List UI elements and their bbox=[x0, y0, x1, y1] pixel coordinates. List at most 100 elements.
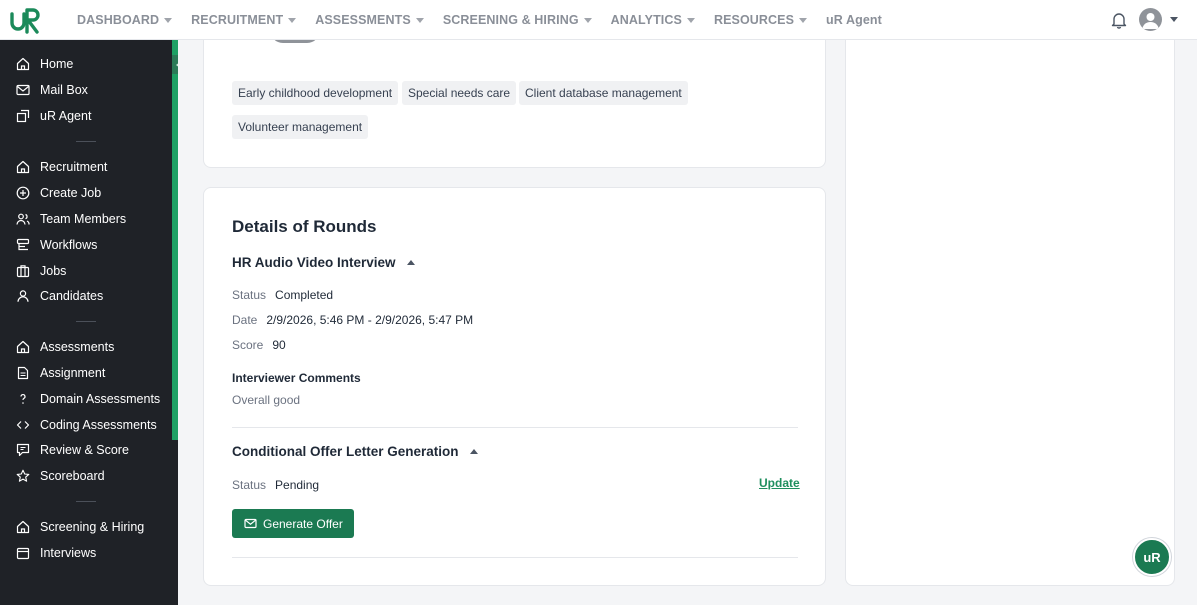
top-navigation-bar: DASHBOARD RECRUITMENT ASSESSMENTS SCREEN… bbox=[0, 0, 1197, 40]
score-label: Score bbox=[232, 338, 264, 352]
offer-title: Conditional Offer Letter Generation bbox=[232, 444, 459, 459]
agent-icon bbox=[16, 109, 30, 123]
sidebar-scrollbar[interactable] bbox=[172, 40, 178, 440]
nav-analytics-label: ANALYTICS bbox=[610, 13, 682, 27]
caret-up-icon bbox=[469, 449, 478, 454]
sidebar-item-label: Workflows bbox=[40, 238, 98, 252]
side-panel-card bbox=[845, 20, 1175, 586]
sidebar-item-label: Interviews bbox=[40, 546, 97, 560]
nav-resources[interactable]: RESOURCES bbox=[714, 13, 808, 27]
calendar-icon bbox=[16, 547, 30, 560]
mail-icon bbox=[244, 518, 257, 529]
hr-status-row: Status Completed bbox=[232, 288, 333, 302]
nav-assessments[interactable]: ASSESSMENTS bbox=[315, 13, 424, 27]
skill-tag: Early childhood development bbox=[232, 81, 399, 105]
sidebar-item-assignment[interactable]: Assignment bbox=[16, 363, 105, 383]
document-icon bbox=[17, 366, 29, 380]
sidebar: Home Mail Box uR Agent Recruitment Creat… bbox=[0, 40, 178, 605]
skill-tag: Volunteer management bbox=[232, 115, 369, 139]
nav-screening-hiring-label: SCREENING & HIRING bbox=[442, 13, 579, 27]
sidebar-item-candidates[interactable]: Candidates bbox=[16, 286, 103, 306]
sidebar-item-label: Recruitment bbox=[40, 160, 108, 174]
sidebar-item-label: Screening & Hiring bbox=[40, 520, 145, 534]
divider bbox=[232, 557, 798, 558]
hr-score-row: Score 90 bbox=[232, 338, 286, 352]
mail-icon bbox=[16, 84, 30, 96]
sidebar-item-label: Team Members bbox=[40, 212, 127, 226]
sidebar-item-label: Scoreboard bbox=[40, 469, 105, 483]
star-icon bbox=[16, 469, 30, 482]
sidebar-item-interviews[interactable]: Interviews bbox=[16, 543, 96, 563]
avatar-caret-down-icon[interactable] bbox=[1170, 17, 1178, 22]
sidebar-item-mail-box[interactable]: Mail Box bbox=[16, 80, 88, 100]
status-label: Status bbox=[232, 478, 267, 492]
caret-down-icon bbox=[583, 17, 592, 23]
home-icon bbox=[16, 520, 30, 534]
briefcase-icon bbox=[16, 265, 30, 278]
interviewer-comments-value: Overall good bbox=[232, 393, 301, 407]
sidebar-item-screening-hiring[interactable]: Screening & Hiring bbox=[16, 517, 144, 537]
generate-offer-button[interactable]: Generate Offer bbox=[232, 509, 354, 538]
offer-status-row: Status Pending bbox=[232, 478, 319, 492]
sidebar-item-label: Create Job bbox=[40, 186, 102, 200]
users-icon bbox=[16, 213, 30, 225]
skill-tag: Special needs care bbox=[402, 81, 517, 105]
nav-recruitment[interactable]: RECRUITMENT bbox=[191, 13, 297, 27]
collapse-sidebar-button[interactable] bbox=[172, 55, 178, 74]
sidebar-item-assessments[interactable]: Assessments bbox=[16, 337, 114, 357]
caret-up-icon bbox=[406, 260, 415, 265]
sidebar-item-label: Assessments bbox=[40, 340, 115, 354]
generate-offer-label: Generate Offer bbox=[263, 516, 343, 531]
sidebar-item-coding-assessments[interactable]: Coding Assessments bbox=[16, 415, 157, 435]
interviewer-comments-label: Interviewer Comments bbox=[232, 371, 361, 385]
sidebar-item-scoreboard[interactable]: Scoreboard bbox=[16, 466, 105, 486]
user-icon bbox=[17, 290, 29, 302]
nav-dashboard[interactable]: DASHBOARD bbox=[77, 13, 173, 27]
sidebar-item-review-score[interactable]: Review & Score bbox=[16, 440, 129, 460]
nav-analytics[interactable]: ANALYTICS bbox=[611, 13, 695, 27]
hr-interview-header[interactable]: HR Audio Video Interview bbox=[232, 255, 415, 270]
ur-agent-floating-button[interactable]: uR bbox=[1133, 538, 1171, 576]
sidebar-item-label: Jobs bbox=[40, 264, 67, 278]
workflow-icon bbox=[16, 238, 30, 251]
nav-dashboard-label: DASHBOARD bbox=[77, 13, 160, 27]
ur-agent-logo-icon: uR bbox=[1143, 549, 1161, 565]
score-value: 90 bbox=[272, 338, 286, 352]
sidebar-item-label: uR Agent bbox=[40, 109, 92, 123]
home-icon bbox=[16, 160, 30, 174]
user-silhouette-icon bbox=[1142, 13, 1159, 29]
sidebar-item-create-job[interactable]: Create Job bbox=[16, 183, 101, 203]
plus-circle-icon bbox=[16, 186, 30, 200]
nav-screening-hiring[interactable]: SCREENING & HIRING bbox=[443, 13, 592, 27]
sidebar-item-label: Mail Box bbox=[40, 83, 88, 97]
caret-down-icon bbox=[164, 17, 173, 23]
sidebar-item-label: Coding Assessments bbox=[40, 418, 157, 432]
ur-logo-icon[interactable] bbox=[10, 6, 42, 34]
sidebar-item-ur-agent[interactable]: uR Agent bbox=[16, 106, 91, 126]
status-label: Status bbox=[232, 288, 267, 302]
caret-down-icon bbox=[415, 17, 424, 23]
sidebar-item-domain-assessments[interactable]: Domain Assessments bbox=[16, 389, 160, 409]
nav-recruitment-label: RECRUITMENT bbox=[191, 13, 284, 27]
sidebar-item-jobs[interactable]: Jobs bbox=[16, 261, 66, 281]
nav-ur-agent[interactable]: uR Agent bbox=[826, 13, 882, 27]
caret-down-icon bbox=[686, 17, 695, 23]
sidebar-item-team-members[interactable]: Team Members bbox=[16, 209, 126, 229]
status-value: Completed bbox=[275, 288, 334, 302]
nav-assessments-label: ASSESSMENTS bbox=[315, 13, 411, 27]
sidebar-item-home[interactable]: Home bbox=[16, 54, 73, 74]
sidebar-item-label: Candidates bbox=[40, 289, 104, 303]
sidebar-item-recruitment[interactable]: Recruitment bbox=[16, 157, 107, 177]
caret-down-icon bbox=[288, 17, 297, 23]
hr-date-row: Date 2/9/2026, 5:46 PM - 2/9/2026, 5:47 … bbox=[232, 313, 473, 327]
offer-header[interactable]: Conditional Offer Letter Generation bbox=[232, 444, 478, 459]
main-nav: DASHBOARD RECRUITMENT ASSESSMENTS SCREEN… bbox=[77, 0, 901, 40]
code-icon bbox=[16, 421, 30, 429]
sidebar-item-label: Assignment bbox=[40, 366, 106, 380]
bell-icon[interactable] bbox=[1111, 11, 1127, 29]
sidebar-item-workflows[interactable]: Workflows bbox=[16, 235, 97, 255]
user-avatar[interactable] bbox=[1139, 8, 1162, 31]
question-icon bbox=[20, 393, 26, 404]
sidebar-item-label: Domain Assessments bbox=[40, 392, 161, 406]
update-link[interactable]: Update bbox=[759, 476, 800, 490]
